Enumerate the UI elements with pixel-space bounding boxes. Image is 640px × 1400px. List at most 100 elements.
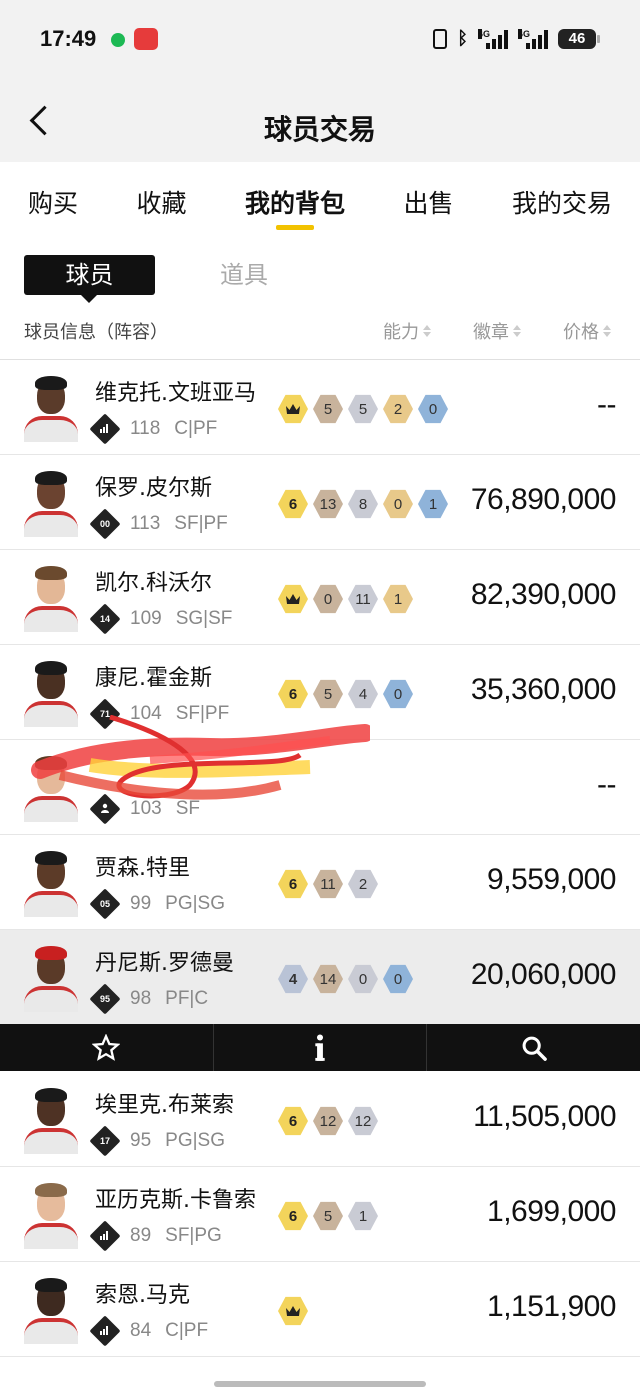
status-bar: 17:49 ᛒ 4G 4G 46 <box>0 0 640 80</box>
player-row[interactable]: 亚历克斯.卡鲁索 89 SF|PG 6 5 1 1,699,000 <box>0 1167 640 1262</box>
player-meta: 84 C|PF <box>89 1315 208 1347</box>
player-meta: 89 SF|PG <box>89 1220 222 1252</box>
badge-group <box>278 1296 308 1326</box>
player-name: 贾森.特里 <box>95 856 190 881</box>
avatar <box>22 465 80 537</box>
player-meta: 103 SF <box>89 793 200 825</box>
avatar <box>22 845 80 917</box>
player-row[interactable]: 埃里克.布莱索 17 95 PG|SG 6 12 12 11,505,000 <box>0 1072 640 1167</box>
badge-group: 6 12 12 <box>278 1106 378 1136</box>
player-positions: SF|PF <box>175 703 230 724</box>
player-positions: SF <box>175 798 200 819</box>
sort-badges[interactable]: 徽章 <box>473 318 521 344</box>
tab-bar: 购买 收藏 我的背包 出售 我的交易 <box>0 162 640 240</box>
tendency-badge: 00 <box>89 508 121 540</box>
player-price: 11,505,000 <box>473 1100 616 1133</box>
badge-group: 651 <box>278 1201 378 1231</box>
player-row[interactable]: 103 SF -- <box>0 740 640 835</box>
player-price: -- <box>597 768 616 801</box>
info-icon[interactable] <box>214 1024 428 1071</box>
player-price: -- <box>597 388 616 421</box>
signal-icon: 4G <box>478 28 508 49</box>
crown-icon <box>278 584 308 614</box>
player-rating: 118 <box>130 418 161 439</box>
badge-count: 11 <box>348 584 378 614</box>
avatar <box>22 560 80 632</box>
player-price: 76,890,000 <box>470 483 617 516</box>
level-badge: 6 <box>278 489 308 519</box>
badge-count: 8 <box>348 489 378 519</box>
player-price: 9,559,000 <box>487 863 616 896</box>
action-toolbar <box>0 1024 640 1071</box>
signal-icon-2: 4G <box>518 28 548 49</box>
sort-arrows-icon <box>513 325 521 337</box>
player-name: 凯尔.科沃尔 <box>95 571 212 596</box>
player-price: 35,360,000 <box>470 673 617 706</box>
search-icon[interactable] <box>427 1024 640 1071</box>
crown-icon <box>278 1296 308 1326</box>
avatar <box>22 655 80 727</box>
avatar <box>22 750 80 822</box>
player-meta: 71 104 SF|PF <box>89 698 230 730</box>
badge-group: 5520 <box>278 394 448 424</box>
player-positions: PG|SG <box>165 893 225 914</box>
badge-count: 4 <box>348 679 378 709</box>
badge-group: 6540 <box>278 679 413 709</box>
player-rating: 84 <box>130 1320 152 1341</box>
avatar <box>22 1272 80 1344</box>
status-indicators: ᛒ 4G 4G 46 <box>433 28 600 49</box>
player-row[interactable]: 贾森.特里 05 99 PG|SG 6 11 2 9,559,000 <box>0 835 640 930</box>
player-row[interactable]: 凯尔.科沃尔 14 109 SG|SF 0 11 1 82,390,000 <box>0 550 640 645</box>
tendency-badge: 14 <box>89 603 121 635</box>
page-title: 球员交易 <box>263 113 376 146</box>
level-badge: 6 <box>278 679 308 709</box>
tendency-badge: 95 <box>89 983 121 1015</box>
sort-price[interactable]: 价格 <box>563 318 611 344</box>
badge-count: 0 <box>383 679 413 709</box>
home-indicator[interactable] <box>214 1381 426 1387</box>
badge-count: 1 <box>383 584 413 614</box>
column-header: 球员信息（阵容） 能力 徽章 价格 <box>0 304 640 360</box>
subtab-items[interactable]: 道具 <box>220 255 268 295</box>
level-badge: 6 <box>278 869 308 899</box>
badge-group: 4 14 0 0 <box>278 964 413 994</box>
subtab-players[interactable]: 球员 <box>24 255 155 303</box>
tab-sell[interactable]: 出售 <box>403 162 453 240</box>
badge-count: 5 <box>313 394 343 424</box>
player-row[interactable]: 保罗.皮尔斯 00 113 SF|PF 6 13 8 0 1 76,890,000 <box>0 455 640 550</box>
sort-arrows-icon <box>423 325 431 337</box>
tab-my-backpack[interactable]: 我的背包 <box>245 162 345 240</box>
player-rating: 113 <box>130 513 161 534</box>
player-positions: C|PF <box>174 418 218 439</box>
player-meta: 118 C|PF <box>89 413 218 445</box>
player-price: 20,060,000 <box>470 958 617 991</box>
person-icon <box>89 793 121 825</box>
player-rating: 103 <box>130 798 162 819</box>
badge-count: 5 <box>313 1201 343 1231</box>
badge-group: 6 13 8 0 1 <box>278 489 448 519</box>
player-positions: PG|SG <box>165 1130 225 1151</box>
player-positions: PF|C <box>165 988 209 1009</box>
player-row[interactable]: 维克托.文班亚马 118 C|PF 5 5 2 0 -- <box>0 360 640 455</box>
badge-count: 2 <box>348 869 378 899</box>
player-row[interactable]: 康尼.霍金斯 71 104 SF|PF 6 5 4 0 35,360,000 <box>0 645 640 740</box>
header: 球员交易 <box>0 80 640 162</box>
avatar <box>22 370 80 442</box>
player-row[interactable]: 丹尼斯.罗德曼 95 98 PF|C 4 14 0 0 20,060,000 <box>0 930 640 1025</box>
badge-count: 1 <box>418 489 448 519</box>
badge-count: 0 <box>348 964 378 994</box>
badge-count: 0 <box>383 964 413 994</box>
sort-ability[interactable]: 能力 <box>383 318 431 344</box>
tab-favorites[interactable]: 收藏 <box>136 162 186 240</box>
tab-buy[interactable]: 购买 <box>28 162 78 240</box>
column-player-info: 球员信息（阵容） <box>24 322 168 343</box>
player-row[interactable]: 索恩.马克 84 C|PF 1,151,900 <box>0 1262 640 1357</box>
star-icon[interactable] <box>0 1024 214 1071</box>
player-name: 埃里克.布莱索 <box>95 1093 234 1118</box>
level-badge: 4 <box>278 964 308 994</box>
player-positions: SF|PG <box>165 1225 222 1246</box>
player-name: 丹尼斯.罗德曼 <box>95 951 234 976</box>
tab-my-trades[interactable]: 我的交易 <box>512 162 612 240</box>
status-time: 17:49 <box>40 26 97 51</box>
badge-count: 11 <box>313 869 343 899</box>
